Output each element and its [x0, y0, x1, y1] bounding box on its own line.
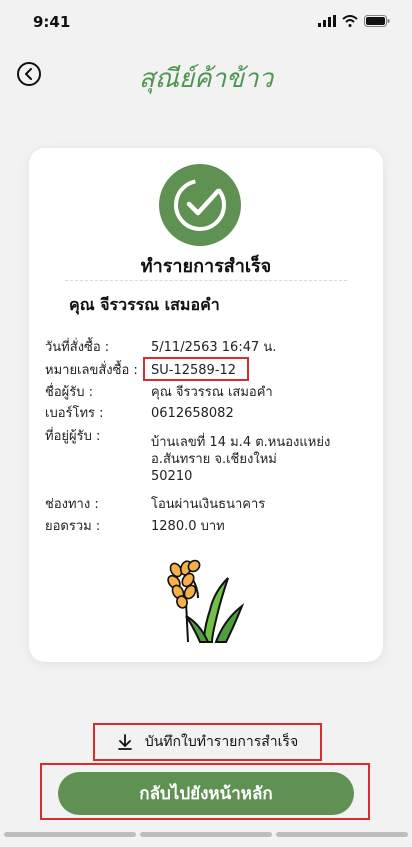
save-receipt-button[interactable]: บันทึกใบทำรายการสำเร็จ [93, 723, 322, 761]
address-value: บ้านเลขที่ 14 ม.4 ต.หนองแหย่ง อ.สันทราย … [151, 434, 375, 485]
address-label: ที่อยู่ผู้รับ : [45, 429, 101, 444]
recipient-label: ชื่อผู้รับ : [45, 385, 93, 400]
phone-label: เบอร์โทร : [45, 406, 104, 421]
battery-icon [364, 15, 390, 27]
card-divider [65, 280, 347, 281]
download-icon [117, 734, 132, 750]
signal-bars-icon [318, 15, 336, 27]
order-date-label: วันที่สั่งซื้อ : [45, 340, 110, 355]
bottom-tab-indicators [0, 832, 412, 838]
status-icons [318, 15, 390, 27]
save-receipt-label: บันทึกใบทำรายการสำเร็จ [144, 734, 299, 750]
customer-name: คุณ จีรวรรณ เสมอคำ [69, 295, 220, 314]
total-label: ยอดรวม : [45, 519, 101, 534]
check-circle-icon [159, 164, 241, 246]
rice-plant-icon [167, 559, 245, 643]
channel-label: ช่องทาง : [45, 497, 99, 512]
app-title: สุณีย์ค้าข้าว [138, 64, 274, 94]
total-value: 1280.0 บาท [151, 519, 225, 534]
tab-indicator-1 [4, 832, 136, 837]
home-button-highlight: กลับไปยังหน้าหลัก [40, 763, 370, 820]
success-card: ทำรายการสำเร็จ คุณ จีรวรรณ เสมอคำ วันที่… [29, 148, 383, 662]
order-date-value: 5/11/2563 16:47 น. [151, 340, 277, 355]
status-bar: 9:41 [0, 0, 412, 44]
order-number-label: หมายเลขสั่งซื้อ : [45, 363, 138, 378]
back-to-home-label: กลับไปยังหน้าหลัก [139, 784, 273, 804]
back-to-home-button[interactable]: กลับไปยังหน้าหลัก [58, 772, 354, 815]
success-title: ทำรายการสำเร็จ [140, 256, 272, 277]
order-number-highlight [143, 357, 249, 381]
tab-indicator-3 [276, 832, 408, 837]
recipient-value: คุณ จีรวรรณ เสมอคำ [151, 385, 273, 400]
status-time: 9:41 [33, 13, 71, 31]
channel-value: โอนผ่านเงินธนาคาร [151, 497, 266, 512]
phone-value: 0612658082 [151, 406, 234, 421]
wifi-icon [342, 15, 358, 27]
address-line-3: 50210 [151, 469, 193, 484]
address-line-2: อ.สันทราย จ.เชียงใหม่ [151, 452, 277, 467]
address-line-1: บ้านเลขที่ 14 ม.4 ต.หนองแหย่ง [151, 435, 331, 450]
tab-indicator-2 [140, 832, 272, 837]
